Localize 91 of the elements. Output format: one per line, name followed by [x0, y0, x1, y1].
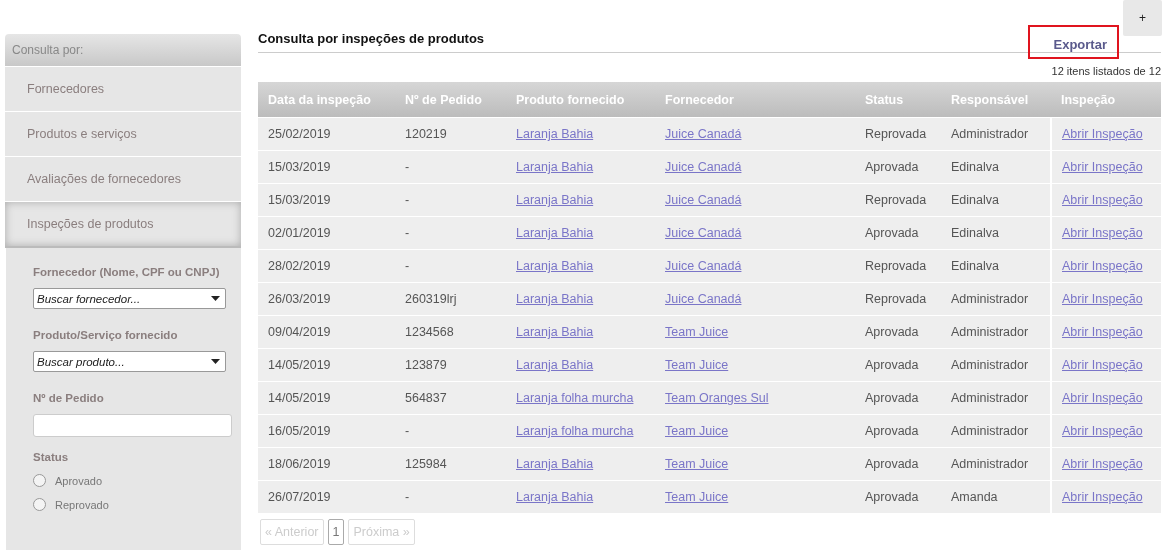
table-cell: Aprovada: [865, 358, 919, 372]
sidebar-item[interactable]: Produtos e serviços: [5, 111, 241, 156]
column-header: Produto fornecido: [506, 82, 655, 118]
table-cell: 123879: [405, 358, 447, 372]
add-button[interactable]: +: [1123, 0, 1162, 36]
radio-button[interactable]: [33, 498, 46, 511]
table-cell: 564837: [405, 391, 447, 405]
table-cell: Edinalva: [951, 193, 999, 207]
table-cell: 120219: [405, 127, 447, 141]
table-cell: 02/01/2019: [268, 226, 331, 240]
column-header: Data da inspeção: [258, 82, 395, 118]
filter-label: Nº de Pedido: [33, 392, 105, 404]
select-placeholder: Buscar fornecedor...: [37, 292, 141, 305]
table-cell: -: [405, 160, 410, 174]
table-cell: Administrador: [951, 325, 1029, 339]
dropdown-caret-icon: [211, 359, 220, 364]
table-cell: Amanda: [951, 490, 998, 504]
sidebar-header: Consulta por:: [5, 34, 241, 66]
column-header: Fornecedor: [655, 82, 855, 118]
table-cell: Edinalva: [951, 226, 999, 240]
filter-label: Fornecedor (Nome, CPF ou CNPJ): [33, 266, 221, 278]
table-cell: 28/02/2019: [268, 259, 331, 273]
sidebar-item[interactable]: Inspeções de produtos: [5, 201, 241, 248]
table-cell: Administrador: [951, 127, 1029, 141]
select-placeholder: Buscar produto...: [37, 355, 125, 368]
table-cell: Edinalva: [951, 259, 999, 273]
search-select[interactable]: Buscar produto...: [33, 351, 226, 372]
table-cell: 15/03/2019: [268, 160, 331, 174]
table-cell: Reprovada: [865, 193, 927, 207]
table-link[interactable]: Juice Canadá: [665, 226, 742, 240]
radio-label: Aprovado: [55, 474, 103, 487]
table-cell: 16/05/2019: [268, 424, 331, 438]
export-link[interactable]: Exportar: [1027, 25, 1119, 59]
table-cell: Administrador: [951, 391, 1029, 405]
table-cell: Aprovada: [865, 424, 919, 438]
table-cell: Aprovada: [865, 391, 919, 405]
table-cell: 14/05/2019: [268, 358, 331, 372]
table-cell: Administrador: [951, 292, 1029, 306]
table-link[interactable]: Juice Canadá: [665, 193, 742, 207]
table-link[interactable]: Juice Canadá: [665, 259, 742, 273]
table-cell: -: [405, 424, 410, 438]
table-link[interactable]: Juice Canadá: [665, 292, 742, 306]
table-cell: Reprovada: [865, 292, 927, 306]
table-cell: -: [405, 490, 410, 504]
table-link[interactable]: Team Juice: [665, 325, 729, 339]
table-cell: 26/03/2019: [268, 292, 331, 306]
table-cell: Administrador: [951, 358, 1029, 372]
table-cell: Aprovada: [865, 226, 919, 240]
input-field[interactable]: [33, 414, 232, 437]
table-cell: Aprovada: [865, 457, 919, 471]
table-cell: 1234568: [405, 325, 454, 339]
table-cell: -: [405, 193, 410, 207]
table-link[interactable]: Team Juice: [665, 457, 729, 471]
table-link[interactable]: Team Juice: [665, 424, 729, 438]
table-cell: Administrador: [951, 457, 1029, 471]
item-count: 12 itens listados de 12: [1050, 65, 1161, 77]
table-cell: Aprovada: [865, 160, 919, 174]
table-link[interactable]: Team Juice: [665, 490, 729, 504]
column-header: Inspeção: [1051, 82, 1161, 118]
pagination-button[interactable]: 1: [327, 519, 345, 545]
column-header: Status: [855, 82, 941, 118]
table-link[interactable]: Juice Canadá: [665, 127, 742, 141]
table-cell: 09/04/2019: [268, 325, 331, 339]
table-cell: 260319lrj: [405, 292, 457, 306]
table-cell: Aprovada: [865, 490, 919, 504]
table-cell: 26/07/2019: [268, 490, 331, 504]
search-select[interactable]: Buscar fornecedor...: [33, 288, 226, 309]
sidebar-item[interactable]: Avaliações de fornecedores: [5, 156, 241, 201]
table-cell: 125984: [405, 457, 447, 471]
table-cell: -: [405, 259, 410, 273]
filter-label: Produto/Serviço fornecido: [33, 329, 179, 341]
table-cell: 14/05/2019: [268, 391, 331, 405]
table-cell: Aprovada: [865, 325, 919, 339]
table-cell: Reprovada: [865, 127, 927, 141]
table-cell: Edinalva: [951, 160, 999, 174]
sidebar-item[interactable]: Fornecedores: [5, 66, 241, 111]
table-link[interactable]: Juice Canadá: [665, 160, 742, 174]
radio-label: Reprovado: [55, 498, 109, 511]
table-cell: Reprovada: [865, 259, 927, 273]
table-cell: Administrador: [951, 424, 1029, 438]
column-header: Nº de Pedido: [395, 82, 506, 118]
dropdown-caret-icon: [211, 296, 220, 301]
column-header: Responsável: [941, 82, 1051, 118]
page-title: Consulta por inspeções de produtos: [258, 31, 486, 46]
table-cell: 18/06/2019: [268, 457, 331, 471]
table-link[interactable]: Team Juice: [665, 358, 729, 372]
radio-button[interactable]: [33, 474, 46, 487]
table-cell: 15/03/2019: [268, 193, 331, 207]
table-cell: -: [405, 226, 410, 240]
filter-label: Status: [33, 451, 70, 463]
table-cell: 25/02/2019: [268, 127, 331, 141]
